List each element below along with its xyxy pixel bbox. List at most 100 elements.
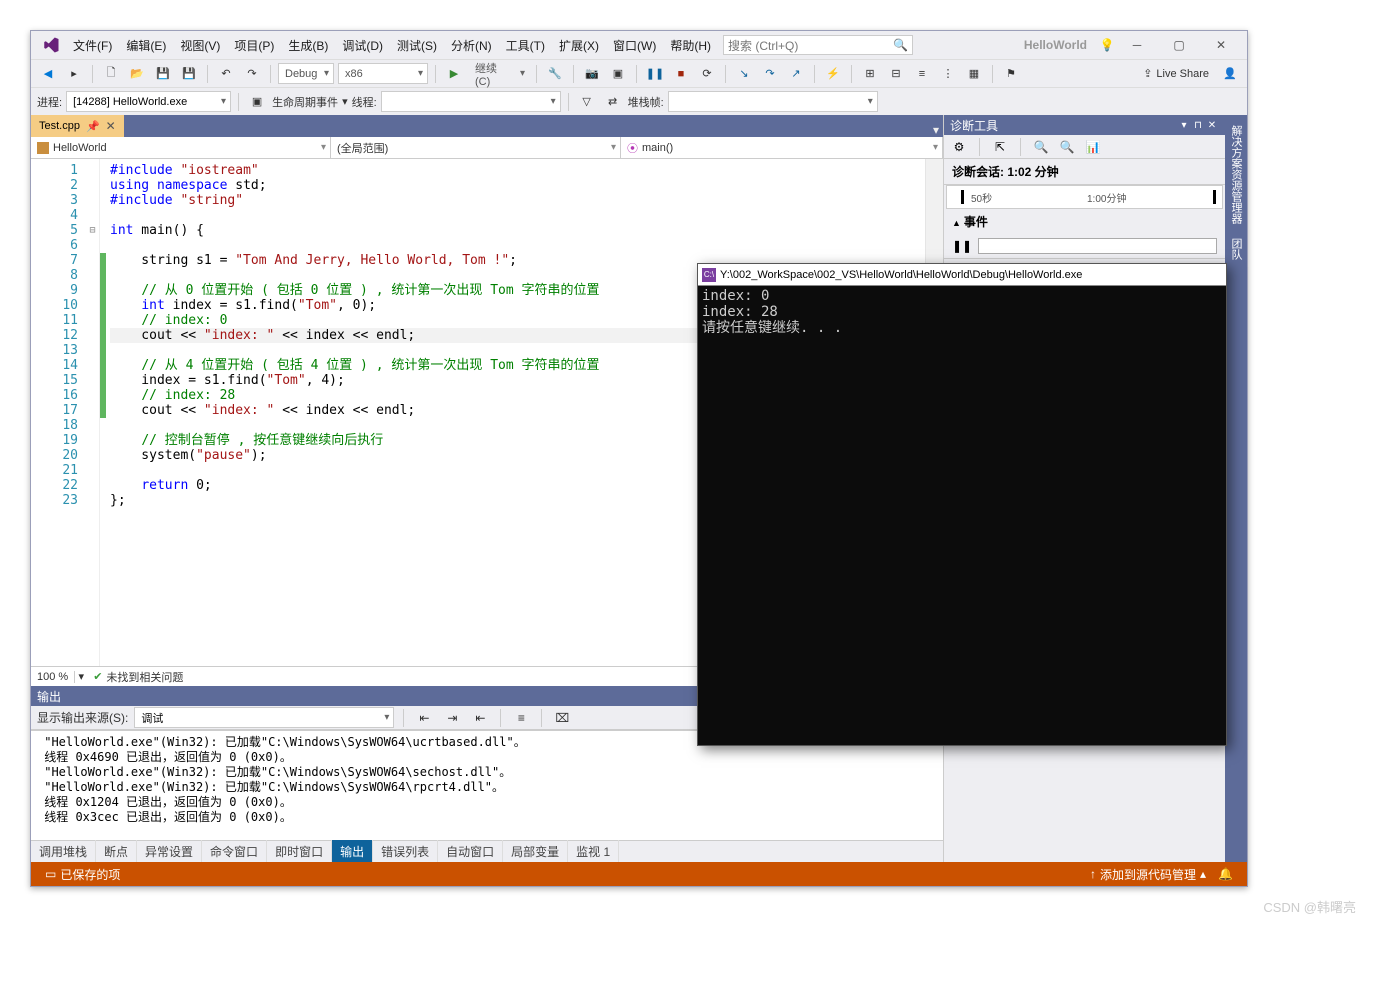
- step-over-icon[interactable]: ↷: [759, 63, 781, 85]
- zoom-out-icon[interactable]: 🔍: [1058, 138, 1076, 156]
- diag-dropdown-icon[interactable]: ▾: [1177, 120, 1191, 131]
- bottom-tab-命令窗口[interactable]: 命令窗口: [202, 840, 267, 863]
- menu-file[interactable]: 文件(F): [67, 34, 118, 57]
- thread-combo[interactable]: [381, 91, 561, 112]
- tool-icon-9[interactable]: ⚑: [1000, 63, 1022, 85]
- issues-status[interactable]: ✔未找到相关问题: [87, 669, 189, 685]
- bottom-tab-调用堆栈[interactable]: 调用堆栈: [31, 840, 96, 863]
- pin-icon[interactable]: 📌: [86, 120, 100, 133]
- out-clear-icon[interactable]: ⌧: [551, 707, 573, 729]
- feedback-icon[interactable]: 💡: [1099, 37, 1115, 53]
- tool-icon-5[interactable]: ⊟: [885, 63, 907, 85]
- sidetab-team[interactable]: 团队: [1226, 232, 1246, 266]
- save-all-icon[interactable]: 💾: [178, 63, 200, 85]
- output-source-combo[interactable]: 调试: [134, 707, 394, 728]
- tool-icon-4[interactable]: ⊞: [859, 63, 881, 85]
- gear-icon[interactable]: ⚙: [950, 138, 968, 156]
- status-scm[interactable]: ↑添加到源代码管理▴: [1084, 866, 1212, 883]
- screenshot-icon[interactable]: 📷: [581, 63, 603, 85]
- menu-extensions[interactable]: 扩展(X): [553, 34, 605, 57]
- stack-combo[interactable]: [668, 91, 878, 112]
- bottom-tab-断点[interactable]: 断点: [96, 840, 137, 863]
- bottom-tab-输出[interactable]: 输出: [332, 840, 373, 863]
- pause-icon[interactable]: ❚❚: [644, 63, 666, 85]
- save-icon[interactable]: 💾: [152, 63, 174, 85]
- out-tool-4[interactable]: ≡: [510, 707, 532, 729]
- zoom-in-icon[interactable]: 🔍: [1032, 138, 1050, 156]
- filter-icon[interactable]: ▽: [576, 91, 598, 113]
- new-icon[interactable]: 🗋: [100, 63, 122, 85]
- bottom-tab-即时窗口[interactable]: 即时窗口: [267, 840, 332, 863]
- diag-pin-icon[interactable]: ⊓: [1191, 120, 1205, 131]
- step-into-icon[interactable]: ↘: [733, 63, 755, 85]
- open-icon[interactable]: 📂: [126, 63, 148, 85]
- menu-debug[interactable]: 调试(D): [336, 34, 389, 57]
- tool-icon-3[interactable]: ⚡: [822, 63, 844, 85]
- out-tool-1[interactable]: ⇤: [413, 707, 435, 729]
- zoom-level[interactable]: 100 %: [31, 671, 75, 683]
- bottom-tab-局部变量[interactable]: 局部变量: [503, 840, 568, 863]
- tab-test-cpp[interactable]: Test.cpp 📌 ✕: [31, 115, 124, 137]
- menu-build[interactable]: 生成(B): [282, 34, 334, 57]
- account-icon[interactable]: 👤: [1219, 63, 1241, 85]
- diag-events[interactable]: ▲事件: [944, 209, 1225, 234]
- minimize-button[interactable]: ─: [1117, 33, 1157, 57]
- tool-icon-2[interactable]: ▣: [607, 63, 629, 85]
- menu-tools[interactable]: 工具(T): [500, 34, 551, 57]
- config-combo[interactable]: Debug: [278, 63, 334, 84]
- maximize-button[interactable]: ▢: [1159, 33, 1199, 57]
- step-out-icon[interactable]: ↗: [785, 63, 807, 85]
- console-window[interactable]: C:\ Y:\002_WorkSpace\002_VS\HelloWorld\H…: [697, 263, 1227, 746]
- out-tool-2[interactable]: ⇥: [441, 707, 463, 729]
- line-numbers: 1234567891011121314151617181920212223: [31, 159, 86, 666]
- continue-button[interactable]: 继续(C): [469, 63, 529, 84]
- nav-fwd-icon[interactable]: ▸: [63, 63, 85, 85]
- output-text[interactable]: "HelloWorld.exe"(Win32): 已加载"C:\Windows\…: [31, 730, 943, 840]
- process-combo[interactable]: [14288] HelloWorld.exe: [66, 91, 231, 112]
- tool-icon-6[interactable]: ≡: [911, 63, 933, 85]
- menu-edit[interactable]: 编辑(E): [120, 34, 172, 57]
- tool-icon-1[interactable]: 🔧: [544, 63, 566, 85]
- share-icon: ⇪: [1143, 67, 1152, 80]
- tool-icon-8[interactable]: ▦: [963, 63, 985, 85]
- menu-window[interactable]: 窗口(W): [607, 34, 662, 57]
- search-icon: 🔍: [893, 38, 908, 52]
- platform-combo[interactable]: x86: [338, 63, 428, 84]
- nav-func[interactable]: ⦿main(): [621, 137, 943, 158]
- nav-scope2[interactable]: (全局范围): [331, 137, 621, 158]
- bottom-tab-监视 1[interactable]: 监视 1: [568, 840, 619, 863]
- docs-dropdown-icon[interactable]: ▾: [929, 123, 943, 137]
- tab-close-icon[interactable]: ✕: [106, 119, 116, 133]
- bottom-tab-错误列表[interactable]: 错误列表: [373, 840, 438, 863]
- menu-test[interactable]: 测试(S): [391, 34, 443, 57]
- out-tool-3[interactable]: ⇤: [469, 707, 491, 729]
- menu-view[interactable]: 视图(V): [174, 34, 226, 57]
- threads-icon[interactable]: ⇄: [602, 91, 624, 113]
- nav-back-icon[interactable]: ◀: [37, 63, 59, 85]
- sidetab-solution-explorer[interactable]: 解决方案资源管理器: [1226, 119, 1246, 230]
- continue-icon[interactable]: ▶: [443, 63, 465, 85]
- diag-timeline[interactable]: 50秒 1:00分钟: [946, 185, 1223, 209]
- live-share-button[interactable]: ⇪Live Share: [1137, 65, 1215, 82]
- search-input[interactable]: 搜索 (Ctrl+Q)🔍: [723, 35, 913, 55]
- diag-close-icon[interactable]: ✕: [1205, 120, 1219, 131]
- redo-icon[interactable]: ↷: [241, 63, 263, 85]
- chart-icon[interactable]: 📊: [1084, 138, 1102, 156]
- nav-scope[interactable]: HelloWorld: [31, 137, 331, 158]
- bottom-tab-自动窗口[interactable]: 自动窗口: [438, 840, 503, 863]
- menu-analyze[interactable]: 分析(N): [445, 34, 498, 57]
- console-titlebar[interactable]: C:\ Y:\002_WorkSpace\002_VS\HelloWorld\H…: [698, 264, 1226, 286]
- bottom-tab-异常设置[interactable]: 异常设置: [137, 840, 202, 863]
- notifications-icon[interactable]: 🔔: [1212, 867, 1239, 881]
- menu-help[interactable]: 帮助(H): [664, 34, 717, 57]
- lifecycle-icon[interactable]: ▣: [246, 91, 268, 113]
- undo-icon[interactable]: ↶: [215, 63, 237, 85]
- close-button[interactable]: ✕: [1201, 33, 1241, 57]
- tool-icon-7[interactable]: ⋮: [937, 63, 959, 85]
- stop-icon[interactable]: ■: [670, 63, 692, 85]
- fold-column[interactable]: ⊟: [86, 159, 100, 666]
- project-icon: [37, 142, 49, 154]
- menu-project[interactable]: 项目(P): [228, 34, 280, 57]
- expand-icon[interactable]: ⇱: [991, 138, 1009, 156]
- restart-icon[interactable]: ⟳: [696, 63, 718, 85]
